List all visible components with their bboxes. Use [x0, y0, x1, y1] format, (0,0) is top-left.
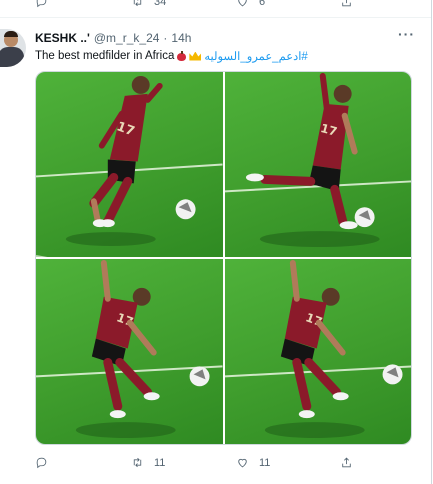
crown-emoji — [189, 51, 202, 61]
display-name[interactable]: KESHK ..' — [35, 31, 90, 45]
like-icon — [238, 0, 247, 7]
like-count: 11 — [259, 456, 271, 469]
tweet-text: The best medfilder in Africa #ادعم_عمرو_… — [35, 49, 308, 63]
photo-4[interactable]: 17 — [224, 259, 411, 444]
share-button[interactable] — [340, 456, 353, 469]
retweet-count: 11 — [154, 456, 166, 469]
tweet-divider — [0, 17, 431, 18]
retweet-button[interactable]: 11 — [131, 456, 165, 469]
header-separator: · — [163, 31, 168, 45]
photo-3[interactable]: 17 — [36, 259, 223, 444]
timeline-border — [431, 0, 432, 484]
reply-icon — [36, 457, 47, 469]
retweet-icon — [133, 457, 142, 468]
user-handle[interactable]: @m_r_k_24 — [94, 31, 160, 45]
more-icon[interactable]: ··· — [398, 26, 415, 42]
prev-like-count: 6 — [259, 0, 266, 8]
hashtag-link[interactable]: #ادعم_عمرو_السوليه — [204, 49, 307, 63]
prev-retweet-count: 34 — [154, 0, 167, 8]
photo-1[interactable]: 17 — [36, 72, 223, 257]
share-icon — [342, 0, 351, 7]
apple-emoji — [177, 51, 187, 61]
reply-icon — [36, 0, 47, 8]
prev-reply-button[interactable] — [35, 0, 48, 8]
avatar[interactable] — [0, 29, 26, 67]
prev-like-button[interactable]: 6 — [236, 0, 265, 8]
like-button[interactable]: 11 — [236, 456, 270, 469]
tweet-header: KESHK ..' @m_r_k_24 · 14h — [35, 31, 191, 45]
retweet-icon — [133, 0, 142, 7]
like-icon — [238, 458, 247, 468]
reply-button[interactable] — [35, 456, 58, 469]
tweet-text-body: The best medfilder in Africa — [35, 50, 175, 62]
photo-2[interactable]: 17 — [224, 72, 411, 257]
prev-share-button[interactable] — [340, 0, 353, 8]
prev-retweet-button[interactable]: 34 — [131, 0, 166, 8]
previous-tweet-actions: 34 6 — [0, 0, 433, 12]
media-grid: 17 17 17 17 — [35, 71, 412, 445]
share-icon — [342, 457, 351, 468]
tweet-timestamp[interactable]: 14h — [171, 31, 191, 45]
